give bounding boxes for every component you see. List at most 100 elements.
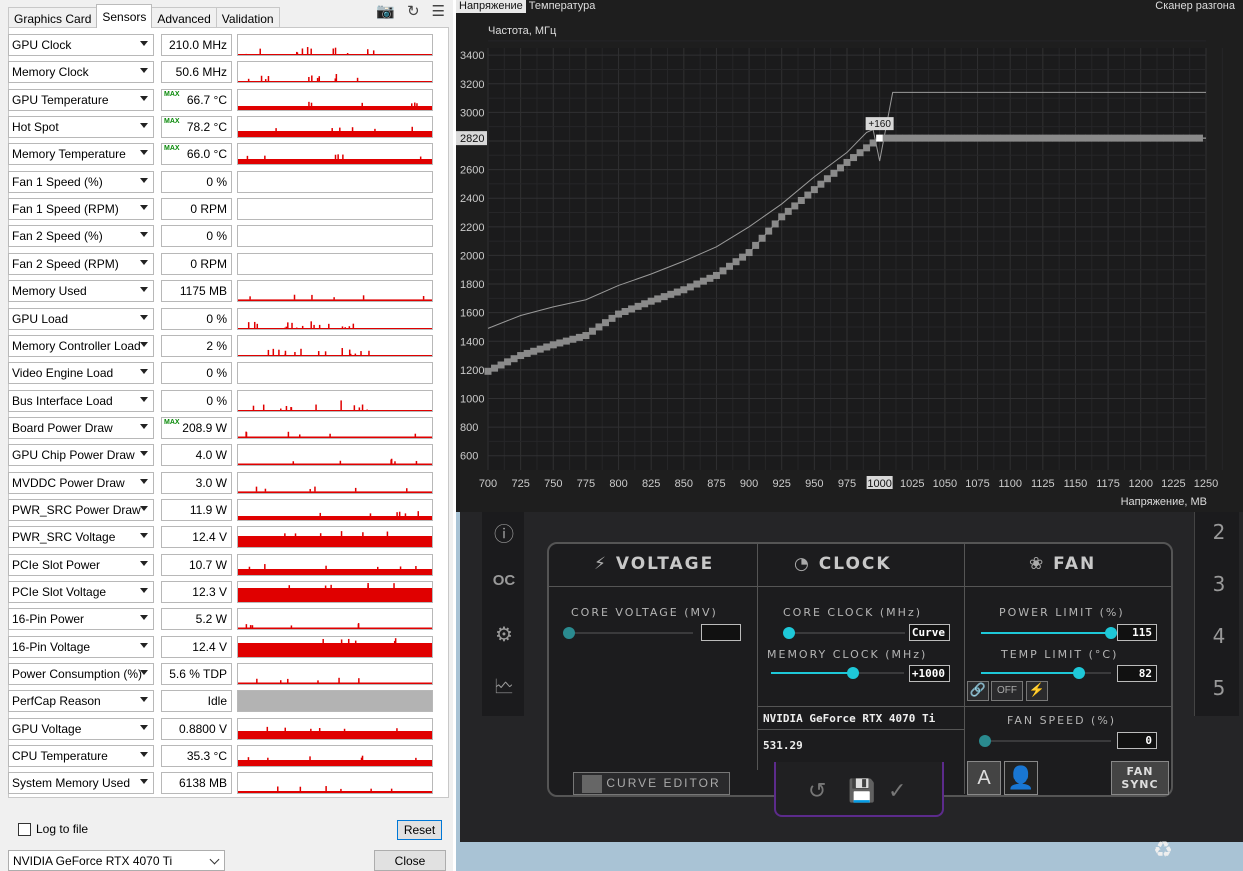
core-clock-knob[interactable] xyxy=(783,627,795,639)
temp-limit-value[interactable]: 82 xyxy=(1117,665,1157,682)
power-limit-knob[interactable] xyxy=(1105,627,1117,639)
log-to-file[interactable]: Log to file xyxy=(18,822,88,836)
profile-3-button[interactable]: 3 xyxy=(1204,572,1234,596)
user-icon[interactable]: 👤 xyxy=(1004,761,1038,795)
memory-clock-slider[interactable] xyxy=(771,667,904,679)
reset-button[interactable]: Reset xyxy=(397,820,442,840)
settings-icon[interactable]: ⚙ xyxy=(491,622,517,648)
curve-point xyxy=(569,335,577,343)
sensor-name-dropdown[interactable]: MVDDC Power Draw xyxy=(8,471,154,494)
curve-editor-window: Напряжение Температура Сканер разгона 700… xyxy=(456,0,1243,512)
tab-sensors[interactable]: Sensors xyxy=(96,4,153,28)
core-voltage-knob[interactable] xyxy=(563,627,575,639)
graph-spike xyxy=(310,320,312,329)
recycle-bin-icon[interactable]: ♻ xyxy=(1146,837,1180,871)
dropdown-arrow-icon xyxy=(140,560,148,566)
sensor-name-dropdown[interactable]: Fan 2 Speed (%) xyxy=(8,225,154,248)
tab-validation[interactable]: Validation xyxy=(215,7,280,28)
fan-speed-value[interactable]: 0 xyxy=(1117,732,1157,749)
monitor-icon[interactable]: 🗠 xyxy=(491,672,517,698)
save-icon[interactable]: 💾 xyxy=(848,778,875,804)
sensor-name-dropdown[interactable]: GPU Load xyxy=(8,307,154,330)
tab-advanced[interactable]: Advanced xyxy=(151,7,217,28)
core-voltage-value[interactable] xyxy=(701,624,741,641)
core-clock-value[interactable]: Curve xyxy=(909,624,950,641)
graph-spike xyxy=(422,296,425,300)
close-button[interactable]: Close xyxy=(374,850,446,871)
fan-speed-knob[interactable] xyxy=(979,735,991,747)
reset-icon[interactable]: ↺ xyxy=(808,778,826,804)
sensor-name-dropdown[interactable]: Bus Interface Load xyxy=(8,389,154,412)
sensor-name-dropdown[interactable]: 16-Pin Power xyxy=(8,608,154,631)
tab-graphics-card[interactable]: Graphics Card xyxy=(8,7,98,28)
profile-5-button[interactable]: 5 xyxy=(1204,676,1234,700)
apply-icon[interactable]: ✓ xyxy=(888,778,906,804)
curve-point xyxy=(967,134,975,142)
power-limit-value[interactable]: 115 xyxy=(1117,624,1157,641)
graph-spike xyxy=(287,321,289,329)
refresh-icon[interactable]: ↻ xyxy=(407,2,420,20)
sensor-name-dropdown[interactable]: GPU Voltage xyxy=(8,717,154,740)
sensor-graph xyxy=(237,307,433,330)
memory-clock-knob[interactable] xyxy=(847,667,859,679)
sensor-name-dropdown[interactable]: PCIe Slot Power xyxy=(8,553,154,576)
sensor-name-dropdown[interactable]: Fan 1 Speed (%) xyxy=(8,170,154,193)
sensor-name-dropdown[interactable]: CPU Temperature xyxy=(8,745,154,768)
curve-point xyxy=(667,290,675,298)
sensor-name-dropdown[interactable]: Power Consumption (%) xyxy=(8,663,154,686)
sensor-name-dropdown[interactable]: 16-Pin Voltage xyxy=(8,635,154,658)
sensor-name-dropdown[interactable]: GPU Clock xyxy=(8,34,154,56)
curve-point xyxy=(797,196,805,204)
log-to-file-checkbox[interactable] xyxy=(18,822,31,836)
info-icon[interactable]: ⓘ xyxy=(491,518,517,546)
fan-speed-slider[interactable] xyxy=(979,735,1111,747)
x-tick-label: 1025 xyxy=(900,478,924,490)
temp-limit-knob[interactable] xyxy=(1073,667,1085,679)
graph-spike xyxy=(308,77,310,83)
sensor-name-dropdown[interactable]: PWR_SRC Voltage xyxy=(8,526,154,549)
sensor-name-dropdown[interactable]: Board Power Draw xyxy=(8,416,154,439)
dropdown-arrow-icon xyxy=(140,177,148,183)
curve-point xyxy=(915,134,923,142)
max-tag: MAX xyxy=(164,145,180,153)
sensor-row: GPU Voltage 0.8800 V xyxy=(8,717,433,740)
sensor-name-dropdown[interactable]: Hot Spot xyxy=(8,116,154,139)
sensor-name-dropdown[interactable]: PerfCap Reason xyxy=(8,690,154,713)
menu-icon[interactable]: ☰ xyxy=(432,2,445,20)
voltage-frequency-chart[interactable]: 700 725 750 775 800 825 850 875 900 925 950 975 1000… xyxy=(456,0,1243,512)
fan-sync-button[interactable]: FAN SYNC xyxy=(1111,761,1169,795)
sensor-graph xyxy=(237,116,433,139)
sensor-name-dropdown[interactable]: GPU Temperature xyxy=(8,88,154,111)
profile-4-button[interactable]: 4 xyxy=(1204,624,1234,648)
camera-icon[interactable]: 📷 xyxy=(376,2,395,20)
oc-scanner-icon[interactable]: OC xyxy=(491,572,517,598)
x-tick-label: 900 xyxy=(740,478,758,490)
core-clock-slider[interactable] xyxy=(783,627,905,639)
profile-2-button[interactable]: 2 xyxy=(1204,520,1234,544)
sensor-name-dropdown[interactable]: Memory Temperature xyxy=(8,143,154,166)
sensor-name-dropdown[interactable]: Fan 1 Speed (RPM) xyxy=(8,198,154,221)
sensor-name-dropdown[interactable]: Memory Used xyxy=(8,280,154,303)
sensor-name-dropdown[interactable]: System Memory Used xyxy=(8,772,154,795)
power-limit-slider[interactable] xyxy=(981,627,1117,639)
power-temp-link-toggle[interactable]: OFF xyxy=(991,681,1023,701)
sensor-name-dropdown[interactable]: Memory Controller Load xyxy=(8,334,154,357)
sensor-name-dropdown[interactable]: GPU Chip Power Draw xyxy=(8,444,154,467)
link-icon[interactable]: 🔗 xyxy=(967,681,989,701)
core-voltage-slider[interactable] xyxy=(563,627,693,639)
memory-clock-value[interactable]: +1000 xyxy=(909,665,950,682)
priority-lightning-icon[interactable]: ⚡ xyxy=(1026,681,1048,701)
sensor-name-dropdown[interactable]: Video Engine Load xyxy=(8,362,154,385)
sensor-value-text: 5.6 % TDP xyxy=(169,667,227,682)
sensor-name-dropdown[interactable]: PWR_SRC Power Draw xyxy=(8,498,154,521)
curve-editor-button[interactable]: CURVE EDITOR xyxy=(573,772,730,795)
sensor-name-dropdown[interactable]: Memory Clock xyxy=(8,61,154,84)
fan-auto-button[interactable]: A xyxy=(967,761,1001,795)
gpu-select[interactable]: NVIDIA GeForce RTX 4070 Ti xyxy=(8,850,225,871)
graph-spike xyxy=(311,75,313,83)
dropdown-arrow-icon xyxy=(140,68,148,74)
curve-point xyxy=(1019,134,1027,142)
temp-limit-slider[interactable] xyxy=(981,667,1111,679)
sensor-name-dropdown[interactable]: Fan 2 Speed (RPM) xyxy=(8,252,154,275)
sensor-name-dropdown[interactable]: PCIe Slot Voltage xyxy=(8,581,154,603)
